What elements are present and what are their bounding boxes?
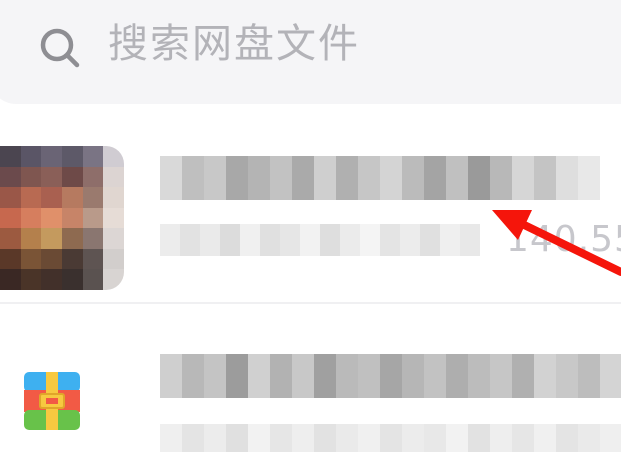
file-name-blur	[160, 354, 621, 398]
file-name-blur	[160, 156, 600, 200]
search-placeholder[interactable]: 搜索网盘文件	[108, 18, 360, 70]
file-meta-blur	[160, 224, 480, 256]
image-thumbnail	[0, 146, 124, 290]
search-bar[interactable]: 搜索网盘文件	[0, 0, 621, 104]
file-meta-blur	[160, 424, 621, 452]
file-list-item[interactable]	[0, 306, 621, 452]
annotation-arrow-icon	[492, 210, 621, 276]
file-search-screen: 搜索网盘文件 140.55	[0, 0, 621, 452]
list-divider	[0, 302, 621, 304]
search-icon	[40, 28, 80, 68]
archive-icon	[24, 372, 80, 430]
